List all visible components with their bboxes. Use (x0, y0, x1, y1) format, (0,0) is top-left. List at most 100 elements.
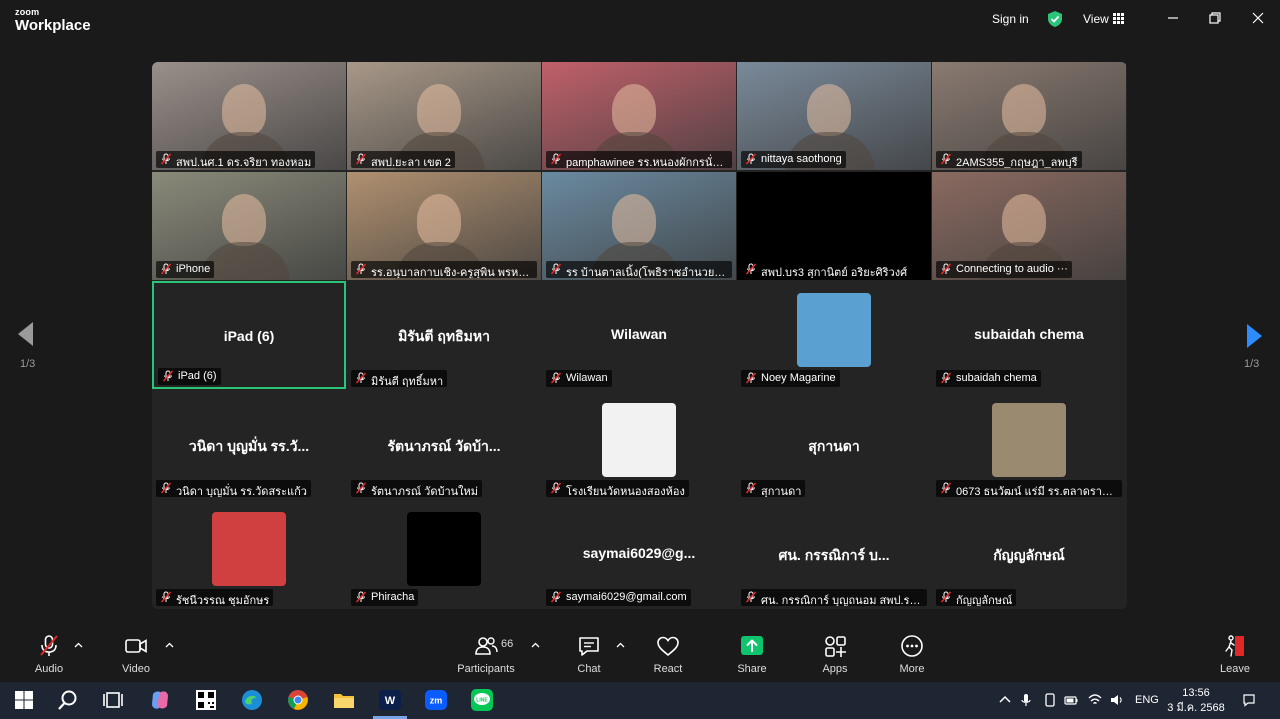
participant-display-name: รัตนาภรณ์ วัดบ้า... (387, 438, 501, 454)
zoom-app-icon[interactable]: zm (424, 688, 448, 712)
participant-tile[interactable]: 0673 ธนวัฒน์ แร่มี รร.ตลาดรางกร... (932, 391, 1126, 499)
muted-mic-icon (745, 591, 757, 603)
react-button[interactable]: React (633, 633, 703, 675)
participant-tile[interactable]: โรงเรียนวัดหนองสองห้อง (542, 391, 736, 499)
participant-tile[interactable]: subaidah chema subaidah chema (932, 281, 1126, 389)
title-bar: zoom Workplace Sign in View (0, 0, 1280, 44)
participant-display-name: iPad (6) (223, 328, 275, 344)
participant-name-label: 0673 ธนวัฒน์ แร่มี รร.ตลาดรางกร... (936, 480, 1122, 497)
muted-mic-icon (745, 153, 757, 165)
chrome-browser-icon[interactable] (286, 688, 310, 712)
participant-tile[interactable]: Noey Magarine (737, 281, 931, 389)
copilot-icon[interactable] (148, 688, 172, 712)
participant-tile[interactable]: รัชนีวรรณ ชุมอักษร (152, 500, 346, 608)
apps-button[interactable]: Apps (800, 633, 870, 675)
previous-page-icon[interactable] (18, 322, 34, 346)
participant-tile[interactable]: saymai6029@g... saymai6029@gmail.com (542, 500, 736, 608)
muted-mic-icon (355, 372, 367, 384)
audio-options-chevron-icon[interactable] (74, 641, 83, 650)
participant-tile[interactable]: ศน. กรรณิการ์ บ... ศน. กรรณิการ์ บุญถนอม … (737, 500, 931, 608)
participant-tile[interactable]: pamphawinee รร.หนองผักกรนั่น... (542, 62, 736, 170)
participant-tile[interactable]: รร บ้านตาลเนิ้ง(โพธิราชอำนวย) ส... (542, 172, 736, 280)
view-grid-icon[interactable] (1113, 13, 1124, 24)
participants-options-chevron-icon[interactable] (531, 641, 540, 650)
task-view-icon[interactable] (101, 688, 125, 712)
input-language-indicator[interactable]: ENG (1135, 694, 1159, 706)
chat-label: Chat (577, 663, 601, 675)
windows-start-icon[interactable] (12, 688, 36, 712)
video-options-chevron-icon[interactable] (165, 641, 174, 650)
restore-icon[interactable] (1207, 10, 1223, 26)
chat-button[interactable]: Chat (554, 633, 624, 675)
participant-silhouette (1002, 84, 1046, 136)
minimize-icon[interactable] (1165, 10, 1181, 26)
participant-tile[interactable]: สพป.บร3 สุกานิตย์ อริยะศิริวงศ์ (737, 172, 931, 280)
participant-tile[interactable]: iPad (6) iPad (6) (152, 281, 346, 389)
video-gallery: สพป.นศ.1 ดร.จริยา ทองหอม สพป.ยะลา เขต 2 pa… (152, 62, 1127, 609)
participant-tile[interactable]: สพป.ยะลา เขต 2 (347, 62, 541, 170)
leave-button[interactable]: Leave (1200, 633, 1270, 675)
participant-name-text: มิรันตี ฤทธิ์มหา (371, 376, 444, 387)
audio-button[interactable]: Audio (14, 633, 84, 675)
view-button[interactable]: View (1083, 12, 1109, 26)
muted-mic-icon (355, 482, 367, 494)
participant-tile[interactable]: รร.อนุบาลกาบเชิง-ครูสุพิน พรหมอ... (347, 172, 541, 280)
participant-name-label: รร บ้านตาลเนิ้ง(โพธิราชอำนวย) ส... (546, 261, 732, 278)
encryption-shield-icon[interactable] (1046, 10, 1064, 28)
participant-tile[interactable]: มิรันตี ฤทธิมหา มิรันตี ฤทธิ์มหา (347, 281, 541, 389)
react-label: React (653, 663, 683, 675)
taskbar-clock[interactable]: 13:56 3 มี.ค. 2568 (1166, 686, 1226, 716)
muted-mic-icon (745, 372, 757, 384)
close-icon[interactable] (1250, 10, 1266, 26)
battery-icon[interactable] (1064, 693, 1078, 707)
participant-name-text: รัตนาภรณ์ วัดบ้านใหม่ (371, 486, 479, 497)
sign-in-button[interactable]: Sign in (992, 12, 1029, 26)
zoom-workplace-taskbar-icon[interactable]: W (378, 688, 402, 712)
line-app-icon[interactable]: LINE (470, 688, 494, 712)
microphone-tray-icon[interactable] (1019, 693, 1033, 707)
phone-link-icon[interactable] (1043, 693, 1057, 707)
participant-tile[interactable]: กัญญลักษณ์ กัญญลักษณ์ (932, 500, 1126, 608)
participant-tile[interactable]: วนิดา บุญมั่น รร.วั... วนิดา บุญมั่น รร.ว… (152, 391, 346, 499)
system-tray-chevron-icon[interactable] (998, 693, 1012, 707)
participant-name-text: รัชนีวรรณ ชุมอักษร (176, 595, 270, 606)
participant-tile[interactable]: สพป.นศ.1 ดร.จริยา ทองหอม (152, 62, 346, 170)
chat-options-chevron-icon[interactable] (616, 641, 625, 650)
participant-silhouette (807, 84, 851, 136)
zoom-workplace-logo: zoom Workplace (15, 8, 91, 34)
page-indicator-right: 1/3 (1244, 358, 1260, 370)
participant-tile[interactable]: nittaya saothong (737, 62, 931, 170)
qr-code-icon[interactable] (194, 688, 218, 712)
participant-tile[interactable]: 2AMS355_กฤษฎา_ลพบุรี (932, 62, 1126, 170)
search-icon[interactable] (56, 688, 80, 712)
audio-label: Audio (34, 663, 64, 675)
muted-mic-icon (355, 591, 367, 603)
participant-tile[interactable]: รัตนาภรณ์ วัดบ้า... รัตนาภรณ์ วัดบ้านใหม่ (347, 391, 541, 499)
wifi-icon[interactable] (1088, 693, 1102, 707)
next-page-icon[interactable] (1246, 324, 1262, 348)
muted-mic-icon (160, 263, 172, 275)
share-screen-icon (741, 636, 763, 655)
speaker-volume-icon[interactable] (1110, 693, 1124, 707)
participant-tile[interactable]: Connecting to audio ··· (932, 172, 1126, 280)
more-label: More (899, 663, 925, 675)
more-button[interactable]: More (877, 633, 947, 675)
share-button[interactable]: Share (717, 633, 787, 675)
video-button[interactable]: Video (101, 633, 171, 675)
participant-name-text: Phiracha (371, 591, 415, 603)
participant-tile[interactable]: iPhone (152, 172, 346, 280)
participant-name-text: pamphawinee รร.หนองผักกรนั่น... (566, 157, 730, 168)
notifications-icon[interactable] (1242, 693, 1256, 707)
edge-browser-icon[interactable] (240, 688, 264, 712)
participant-silhouette (417, 194, 461, 246)
participant-tile[interactable]: Phiracha (347, 500, 541, 608)
participants-icon (475, 637, 498, 655)
file-explorer-icon[interactable] (332, 688, 356, 712)
muted-mic-icon (160, 591, 172, 603)
muted-mic-icon (940, 482, 952, 494)
participant-name-text: รร บ้านตาลเนิ้ง(โพธิราชอำนวย) ส... (566, 267, 732, 278)
participant-name-text: สพป.ยะลา เขต 2 (371, 157, 451, 168)
participant-tile[interactable]: สุกานดา สุกานดา (737, 391, 931, 499)
participant-tile[interactable]: Wilawan Wilawan (542, 281, 736, 389)
participant-name-label: สุกานดา (741, 480, 806, 497)
